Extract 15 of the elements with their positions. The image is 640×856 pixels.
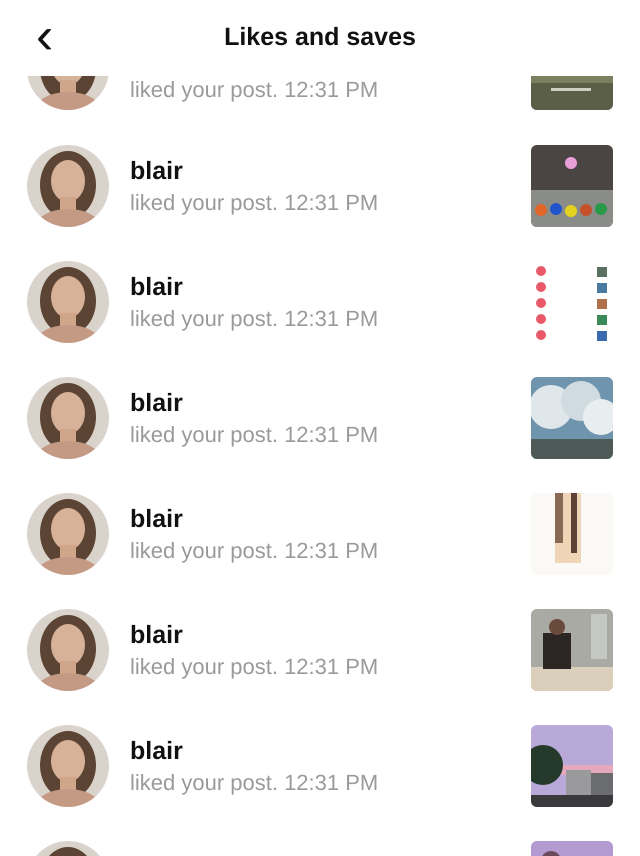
notification-text: liked your post. 12:31 PM [130,190,378,216]
notification-text: liked your post. 12:31 PM [130,306,378,332]
notification-text: liked your post. 12:31 PM [130,77,378,103]
username[interactable]: blair [130,736,183,766]
notification-text: liked your post. 12:31 PM [130,538,378,564]
page-title: Likes and saves [224,22,416,52]
back-icon[interactable]: ‹ [36,10,54,62]
username[interactable]: blair [130,388,183,418]
notification-text: liked your post. 12:31 PM [130,422,378,448]
notification-text: liked your post. 12:31 PM [130,654,378,680]
username[interactable]: blair [130,272,183,302]
username[interactable]: blair [130,620,183,650]
username[interactable]: blair [130,504,183,534]
notification-text: liked your post. 12:31 PM [130,770,378,796]
username[interactable]: blair [130,156,183,186]
